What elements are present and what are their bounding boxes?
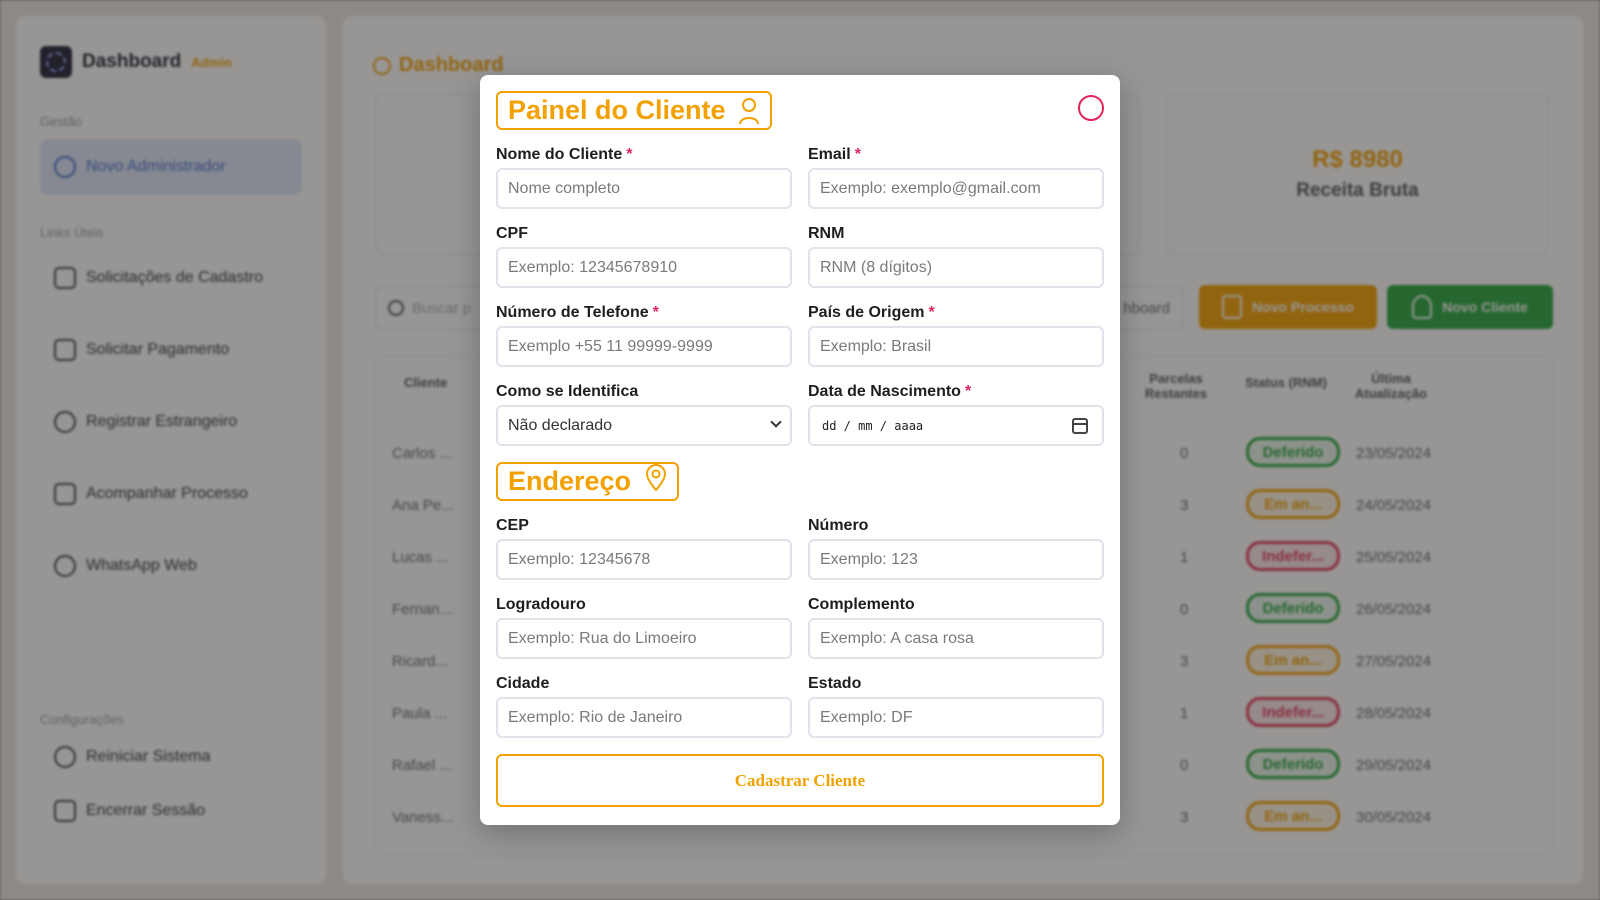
address-title-text: Endereço <box>508 466 632 496</box>
pais-input[interactable] <box>808 326 1104 367</box>
calendar-icon[interactable] <box>1072 418 1088 434</box>
field-nome: Nome do Cliente * <box>496 130 792 209</box>
field-label: Email * <box>808 146 861 163</box>
nome-input[interactable] <box>496 168 792 209</box>
field-label: Nome do Cliente * <box>496 146 633 163</box>
close-button[interactable] <box>1078 95 1104 121</box>
address-form-grid: CEP Número Logradouro Complemento Cidade… <box>496 501 1104 738</box>
field-label: RNM <box>808 225 845 242</box>
modal-title-text: Painel do Cliente <box>508 95 726 125</box>
field-nascimento: Data de Nascimento * dd / mm / aaaa <box>808 367 1104 446</box>
email-input[interactable] <box>808 168 1104 209</box>
identifica-select-wrapper: Não declarado <box>496 405 792 446</box>
field-label: Complemento <box>808 596 915 613</box>
field-estado: Estado <box>808 659 1104 738</box>
field-complemento: Complemento <box>808 580 1104 659</box>
field-cep: CEP <box>496 501 792 580</box>
estado-input[interactable] <box>808 697 1104 738</box>
field-label: País de Origem * <box>808 304 935 321</box>
field-label: Data de Nascimento * <box>808 383 972 400</box>
field-label: Número <box>808 517 869 534</box>
field-numero: Número <box>808 501 1104 580</box>
date-placeholder: dd / mm / aaaa <box>822 418 924 433</box>
field-rnm: RNM <box>808 209 1104 288</box>
field-pais: País de Origem * <box>808 288 1104 367</box>
numero-input[interactable] <box>808 539 1104 580</box>
field-identifica: Como se Identifica Não declarado <box>496 367 792 446</box>
field-label: Número de Telefone * <box>496 304 659 321</box>
identifica-select[interactable]: Não declarado <box>496 405 792 446</box>
cadastrar-cliente-button[interactable]: Cadastrar Cliente <box>496 754 1104 807</box>
field-email: Email * <box>808 130 1104 209</box>
field-logradouro: Logradouro <box>496 580 792 659</box>
client-modal: Painel do Cliente Nome do Cliente* Email… <box>480 75 1120 825</box>
rnm-input[interactable] <box>808 247 1104 288</box>
field-telefone: Número de Telefone * <box>496 288 792 367</box>
client-form-grid: Nome do Cliente* Email* CPF RNM Número d… <box>496 130 1104 446</box>
cidade-input[interactable] <box>496 697 792 738</box>
field-label: CPF <box>496 225 528 242</box>
field-label: CEP <box>496 517 529 534</box>
location-pin-icon <box>645 464 667 499</box>
field-label: Como se Identifica <box>496 383 639 400</box>
field-label: Logradouro <box>496 596 586 613</box>
complemento-input[interactable] <box>808 618 1104 659</box>
field-cpf: CPF <box>496 209 792 288</box>
cpf-input[interactable] <box>496 247 792 288</box>
user-icon <box>738 97 760 125</box>
field-cidade: Cidade <box>496 659 792 738</box>
field-label: Cidade <box>496 675 550 692</box>
logradouro-input[interactable] <box>496 618 792 659</box>
nascimento-date-input[interactable]: dd / mm / aaaa <box>808 405 1104 446</box>
telefone-input[interactable] <box>496 326 792 367</box>
field-label: Estado <box>808 675 862 692</box>
cep-input[interactable] <box>496 539 792 580</box>
modal-title: Painel do Cliente <box>496 91 772 130</box>
address-section-title: Endereço <box>496 462 680 501</box>
